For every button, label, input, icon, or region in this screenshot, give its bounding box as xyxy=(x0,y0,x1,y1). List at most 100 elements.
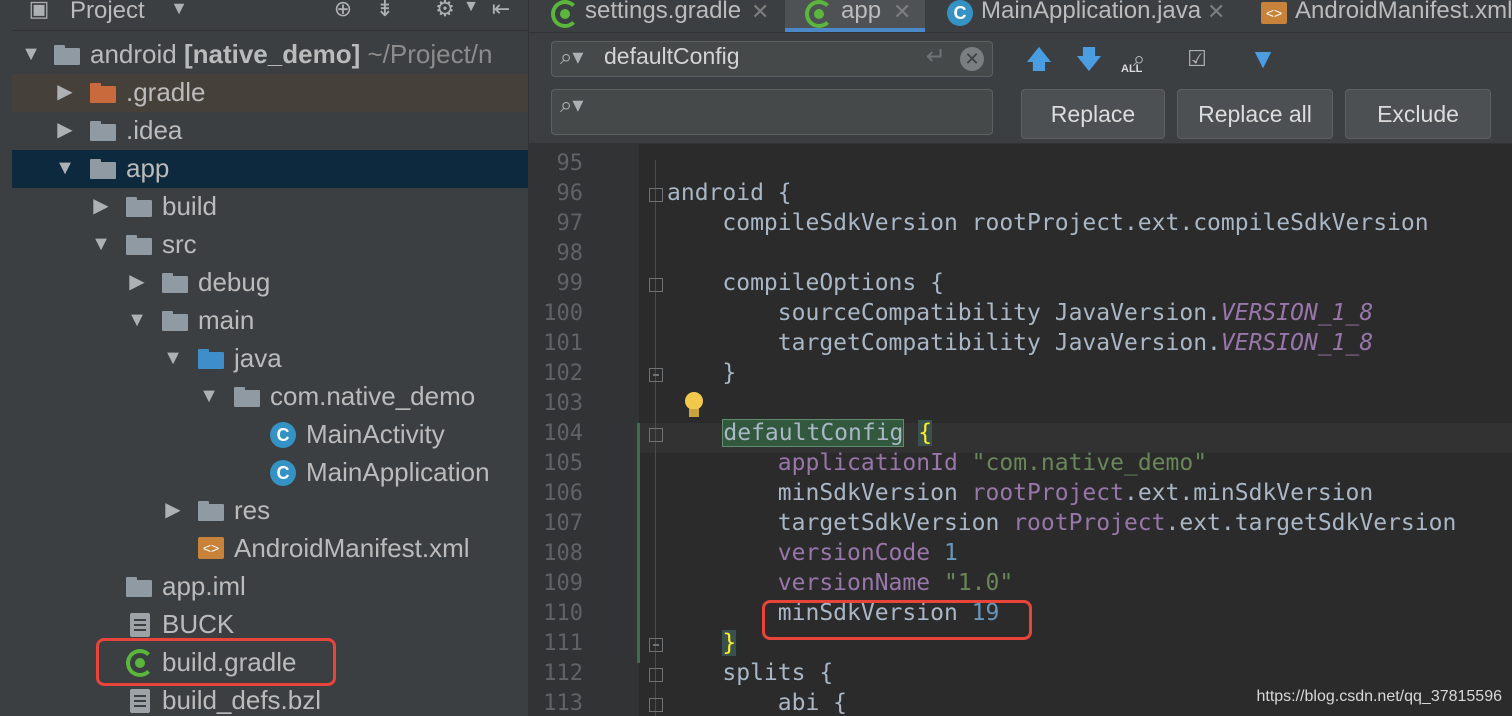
module-folder-icon xyxy=(54,43,80,67)
filter-icon[interactable]: ▼ xyxy=(1245,41,1281,77)
line-number: 111 xyxy=(543,631,583,656)
tree-item-build[interactable]: ▶ build xyxy=(12,188,528,226)
chevron-down-icon[interactable]: ▼ xyxy=(458,0,484,24)
find-replace-bar: ⌕▾ defaultConfig ↵ ✕ ⌕▾ 🡅 🡇 ⌕ ALL ☑ ▼ Re… xyxy=(529,33,1512,144)
next-occurrence-icon[interactable]: 🡇 xyxy=(1071,41,1107,77)
project-panel-title[interactable]: Project xyxy=(70,0,145,25)
replace-all-button[interactable]: Replace all xyxy=(1177,89,1333,139)
code-line: 103 xyxy=(529,390,1512,420)
tree-item-debug[interactable]: ▶ debug xyxy=(12,264,528,302)
chevron-right-icon[interactable]: ▶ xyxy=(126,270,148,294)
line-number: 99 xyxy=(556,271,584,296)
code-line: 95 xyxy=(529,150,1512,180)
fold-end-marker-icon[interactable] xyxy=(649,368,663,382)
fold-marker-icon[interactable] xyxy=(649,278,663,292)
folder-icon xyxy=(126,195,152,219)
chevron-down-icon[interactable]: ▼ xyxy=(162,346,184,370)
tree-item-src[interactable]: ▼ src xyxy=(12,226,528,264)
line-number: 100 xyxy=(543,301,583,326)
annotation-highlight-build-gradle xyxy=(96,638,336,686)
chevron-down-icon[interactable]: ▼ xyxy=(198,384,220,408)
tree-item-label: res xyxy=(234,495,271,525)
fold-marker-icon[interactable] xyxy=(649,428,663,442)
tab-androidmanifest-xml[interactable]: <> AndroidManifest.xml xyxy=(1237,0,1512,32)
resource-folder-icon xyxy=(198,499,224,523)
code-line: 106 minSdkVersion rootProject.ext.minSdk… xyxy=(529,480,1512,510)
tab-settings-gradle[interactable]: settings.gradle ✕ xyxy=(529,0,779,32)
close-icon[interactable]: ✕ xyxy=(1207,0,1225,25)
search-icon[interactable]: ⌕▾ xyxy=(560,44,583,70)
tree-item-mainapplication[interactable]: C MainApplication xyxy=(12,454,528,492)
code-line: 96 android { xyxy=(529,180,1512,210)
tree-item-gradle-dir[interactable]: ▶ .gradle xyxy=(12,74,528,112)
line-number: 108 xyxy=(543,541,583,566)
line-number: 95 xyxy=(556,151,584,176)
tree-item-bold-label: [native_demo] xyxy=(183,39,361,69)
code-line: 104 defaultConfig { xyxy=(529,419,1512,450)
text-file-icon xyxy=(130,689,156,713)
line-number: 98 xyxy=(556,241,584,266)
tree-item-label: build xyxy=(162,191,217,221)
tree-item-res[interactable]: ▶ res xyxy=(12,492,528,530)
line-number: 97 xyxy=(556,211,584,236)
tree-item-label: android xyxy=(90,39,177,69)
fold-end-marker-icon[interactable] xyxy=(649,638,663,652)
line-number: 113 xyxy=(543,691,583,716)
find-all-badge: ALL xyxy=(1121,63,1143,75)
class-icon: C xyxy=(270,422,296,448)
close-icon[interactable]: ✕ xyxy=(893,0,911,25)
tree-item-java[interactable]: ▼ java xyxy=(12,340,528,378)
fold-marker-icon[interactable] xyxy=(649,668,663,682)
chevron-down-icon[interactable]: ▼ xyxy=(166,0,192,24)
gear-icon[interactable]: ⚙ xyxy=(432,0,458,22)
search-icon[interactable]: ⌕▾ xyxy=(560,92,583,118)
tree-item-label: MainActivity xyxy=(306,419,445,449)
tab-label: AndroidManifest.xml xyxy=(1295,0,1512,24)
search-input[interactable]: ⌕▾ defaultConfig ↵ ✕ xyxy=(551,41,993,77)
previous-occurrence-icon[interactable]: 🡅 xyxy=(1021,41,1057,77)
tree-item-app[interactable]: ▼ app xyxy=(12,150,528,188)
clear-search-icon[interactable]: ✕ xyxy=(960,47,984,71)
tab-label: settings.gradle xyxy=(585,0,742,24)
project-view-icon[interactable]: ▣ xyxy=(26,0,52,22)
lightbulb-icon[interactable] xyxy=(683,392,705,422)
hide-panel-icon[interactable]: ⇤ xyxy=(488,0,514,22)
editor-tabs: settings.gradle ✕ app ✕ C MainApplicatio… xyxy=(529,0,1512,33)
chevron-down-icon[interactable]: ▼ xyxy=(54,156,76,180)
collapse-all-icon[interactable]: ⇟ xyxy=(372,0,398,22)
tab-app[interactable]: app ✕ xyxy=(785,0,925,32)
select-all-occurrences-icon[interactable]: ☑ xyxy=(1179,41,1215,77)
chevron-down-icon[interactable]: ▼ xyxy=(90,232,112,256)
fold-marker-icon[interactable] xyxy=(649,188,663,202)
chevron-down-icon[interactable]: ▼ xyxy=(126,308,148,332)
fold-marker-icon[interactable] xyxy=(649,698,663,712)
code-line: 105 applicationId "com.native_demo" xyxy=(529,450,1512,480)
tree-item-main[interactable]: ▼ main xyxy=(12,302,528,340)
chevron-right-icon[interactable]: ▶ xyxy=(54,118,76,142)
tab-mainapplication-java[interactable]: C MainApplication.java ✕ xyxy=(931,0,1231,32)
chevron-down-icon[interactable]: ▼ xyxy=(20,42,42,66)
tree-item-label: AndroidManifest.xml xyxy=(234,533,470,563)
watermark: https://blog.csdn.net/qq_37815596 xyxy=(1256,688,1502,705)
tree-item-android[interactable]: ▼ android [native_demo] ~/Project/n xyxy=(12,36,528,74)
tree-item-package[interactable]: ▼ com.native_demo xyxy=(12,378,528,416)
locate-icon[interactable]: ⊕ xyxy=(330,0,356,22)
module-file-icon xyxy=(126,575,152,599)
chevron-right-icon[interactable]: ▶ xyxy=(162,498,184,522)
replace-button[interactable]: Replace xyxy=(1021,89,1165,139)
exclude-button[interactable]: Exclude xyxy=(1345,89,1491,139)
chevron-right-icon[interactable]: ▶ xyxy=(54,80,76,104)
tree-item-build-defs[interactable]: build_defs.bzl xyxy=(12,682,528,716)
replace-input[interactable]: ⌕▾ xyxy=(551,89,993,135)
tree-item-manifest[interactable]: <> AndroidManifest.xml xyxy=(12,530,528,568)
tree-item-idea[interactable]: ▶ .idea xyxy=(12,112,528,150)
chevron-right-icon[interactable]: ▶ xyxy=(90,194,112,218)
code-line: 112 splits { xyxy=(529,660,1512,690)
line-number: 109 xyxy=(543,571,583,596)
line-number: 112 xyxy=(543,661,583,686)
close-icon[interactable]: ✕ xyxy=(751,0,769,25)
line-number: 105 xyxy=(543,451,583,476)
tree-item-path: ~/Project/n xyxy=(367,39,493,69)
tree-item-app-iml[interactable]: app.iml xyxy=(12,568,528,606)
tree-item-mainactivity[interactable]: C MainActivity xyxy=(12,416,528,454)
